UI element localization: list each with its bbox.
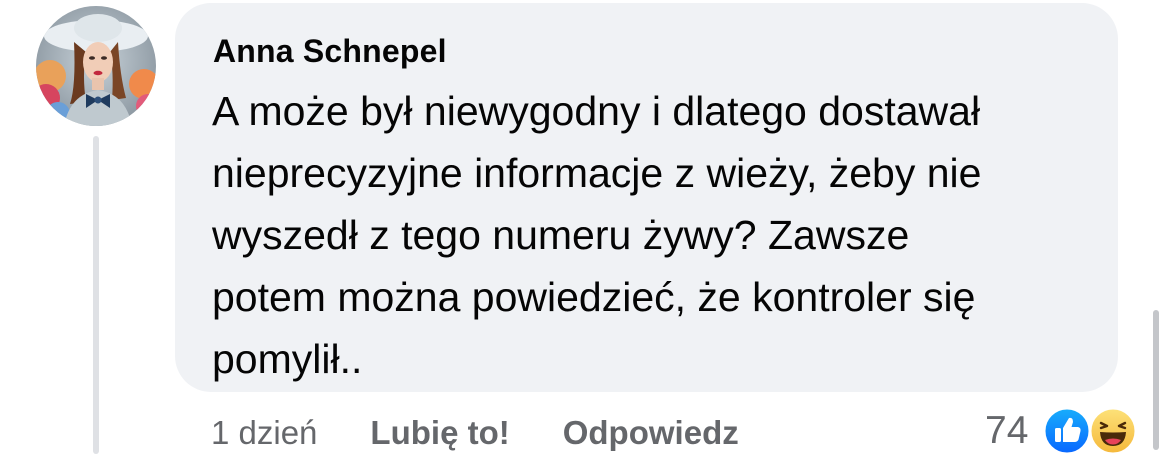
thread-line [93, 136, 99, 454]
comment-text: A może był niewygodny i dlatego dostawał… [212, 88, 982, 382]
like-button[interactable]: Lubię to! [370, 414, 509, 452]
haha-icon [1088, 406, 1138, 456]
reactions-summary[interactable]: 74 [985, 403, 1138, 459]
comment-timestamp[interactable]: 1 dzień [211, 414, 317, 452]
avatar-portrait-image [36, 6, 156, 126]
author-avatar[interactable] [36, 6, 156, 126]
comment-author-name[interactable]: Anna Schnepel [213, 33, 447, 70]
reaction-count: 74 [985, 409, 1029, 452]
scrollbar[interactable] [1153, 310, 1159, 450]
reply-button[interactable]: Odpowiedz [563, 414, 739, 452]
like-icon [1042, 406, 1092, 456]
comment-bubble: Anna Schnepel A może był niewygodny i dl… [175, 3, 1118, 392]
comment-actions: 1 dzień Lubię to! Odpowiedz [211, 410, 739, 456]
